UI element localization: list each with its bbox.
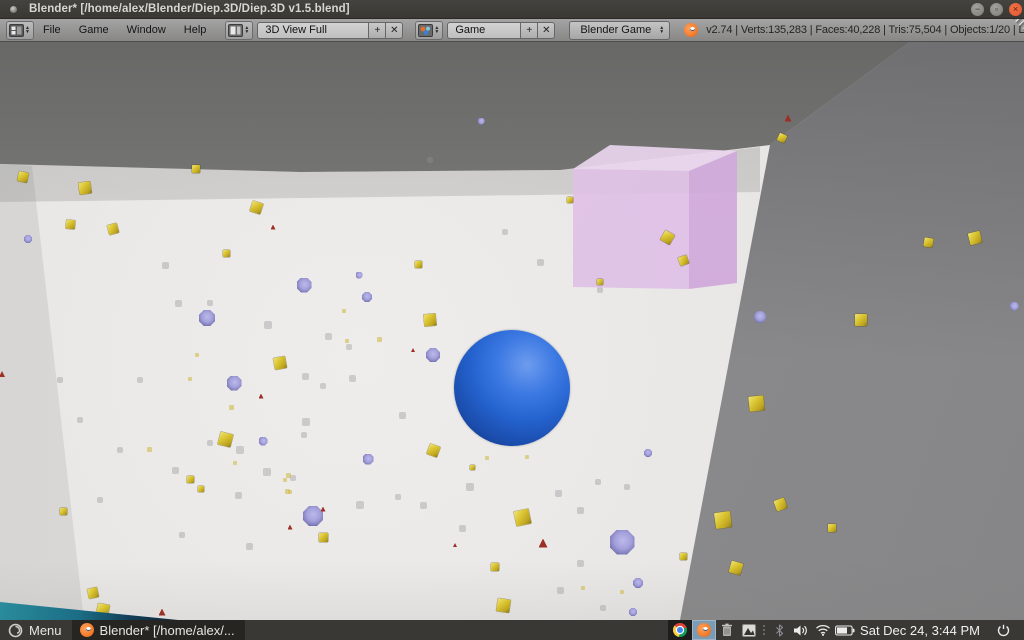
scene-add-button[interactable]: +	[521, 22, 538, 39]
scene-statistics: v2.74 | Verts:135,283 | Faces:40,228 | T…	[706, 24, 1024, 36]
screen-layout-icon	[228, 24, 243, 37]
chevron-up-down-icon: ▲▼	[434, 26, 439, 34]
chevron-up-down-icon: ▲▼	[25, 26, 30, 34]
taskbar-window-button[interactable]: Blender* [/home/alex/...	[72, 620, 245, 640]
render-engine-value: Blender Game	[580, 24, 651, 36]
scene-close-button[interactable]: ✕	[538, 22, 555, 39]
editor-grid-icon	[9, 24, 24, 37]
window-title: Blender* [/home/alex/Blender/Diep.3D/Die…	[29, 3, 350, 15]
bluetooth-icon[interactable]	[768, 620, 790, 640]
screen-layout-close-button[interactable]: ✕	[386, 22, 403, 39]
scene-icon	[418, 24, 433, 37]
minimize-button[interactable]: −	[971, 3, 984, 16]
render-engine-dropdown[interactable]: Blender Game ▲▼	[569, 21, 670, 40]
volume-icon[interactable]	[790, 620, 812, 640]
menu-window[interactable]: Window	[118, 24, 175, 36]
trash-icon[interactable]	[716, 620, 738, 640]
grip-dots	[763, 625, 765, 635]
system-tray: Sat Dec 24, 3:44 PM	[668, 620, 1024, 640]
scene-name-field[interactable]: Game	[447, 22, 521, 39]
blue-sphere	[454, 330, 570, 446]
window-app-icon	[10, 6, 17, 13]
chrome-icon[interactable]	[668, 620, 692, 640]
scene-icon-button[interactable]: ▲▼	[415, 21, 443, 40]
menu-game[interactable]: Game	[70, 24, 118, 36]
chevron-up-down-icon: ▲▼	[244, 26, 249, 34]
start-menu-label: Menu	[29, 623, 62, 638]
blender-icon	[80, 623, 94, 637]
screen-layout-field[interactable]: 3D View Full	[257, 22, 369, 39]
screen-layout-value: 3D View Full	[265, 24, 327, 36]
menu-help[interactable]: Help	[175, 24, 216, 36]
wifi-icon[interactable]	[812, 620, 834, 640]
menu-swirl-icon	[8, 623, 23, 638]
maximize-button[interactable]: ▫	[990, 3, 1003, 16]
clock[interactable]: Sat Dec 24, 3:44 PM	[856, 623, 988, 638]
scatter-gold	[567, 197, 573, 203]
menu-file[interactable]: File	[34, 24, 70, 36]
screen-layout-icon-button[interactable]: ▲▼	[225, 21, 253, 40]
window-titlebar: Blender* [/home/alex/Blender/Diep.3D/Die…	[0, 0, 1024, 19]
blender-tray-icon[interactable]	[692, 620, 716, 640]
taskbar-window-label: Blender* [/home/alex/...	[100, 623, 235, 638]
scene-name-value: Game	[455, 24, 485, 36]
blender-logo-icon	[684, 23, 698, 37]
blender-info-header: ▲▼ File Game Window Help ▲▼ 3D View Full…	[0, 19, 1024, 42]
close-button[interactable]: ×	[1009, 3, 1022, 16]
power-icon[interactable]	[988, 620, 1024, 640]
viewport-3d[interactable]	[0, 42, 1024, 620]
window-controls: − ▫ ×	[971, 3, 1024, 16]
screenshot-icon[interactable]	[738, 620, 760, 640]
desktop-taskbar: Menu Blender* [/home/alex/...	[0, 620, 1024, 640]
editor-type-selector[interactable]: ▲▼	[6, 21, 34, 40]
chevron-up-down-icon: ▲▼	[659, 26, 664, 34]
screen-layout-add-button[interactable]: +	[369, 22, 386, 39]
battery-icon[interactable]	[834, 620, 856, 640]
start-menu-button[interactable]: Menu	[0, 620, 72, 640]
scatter-gold	[597, 279, 603, 285]
